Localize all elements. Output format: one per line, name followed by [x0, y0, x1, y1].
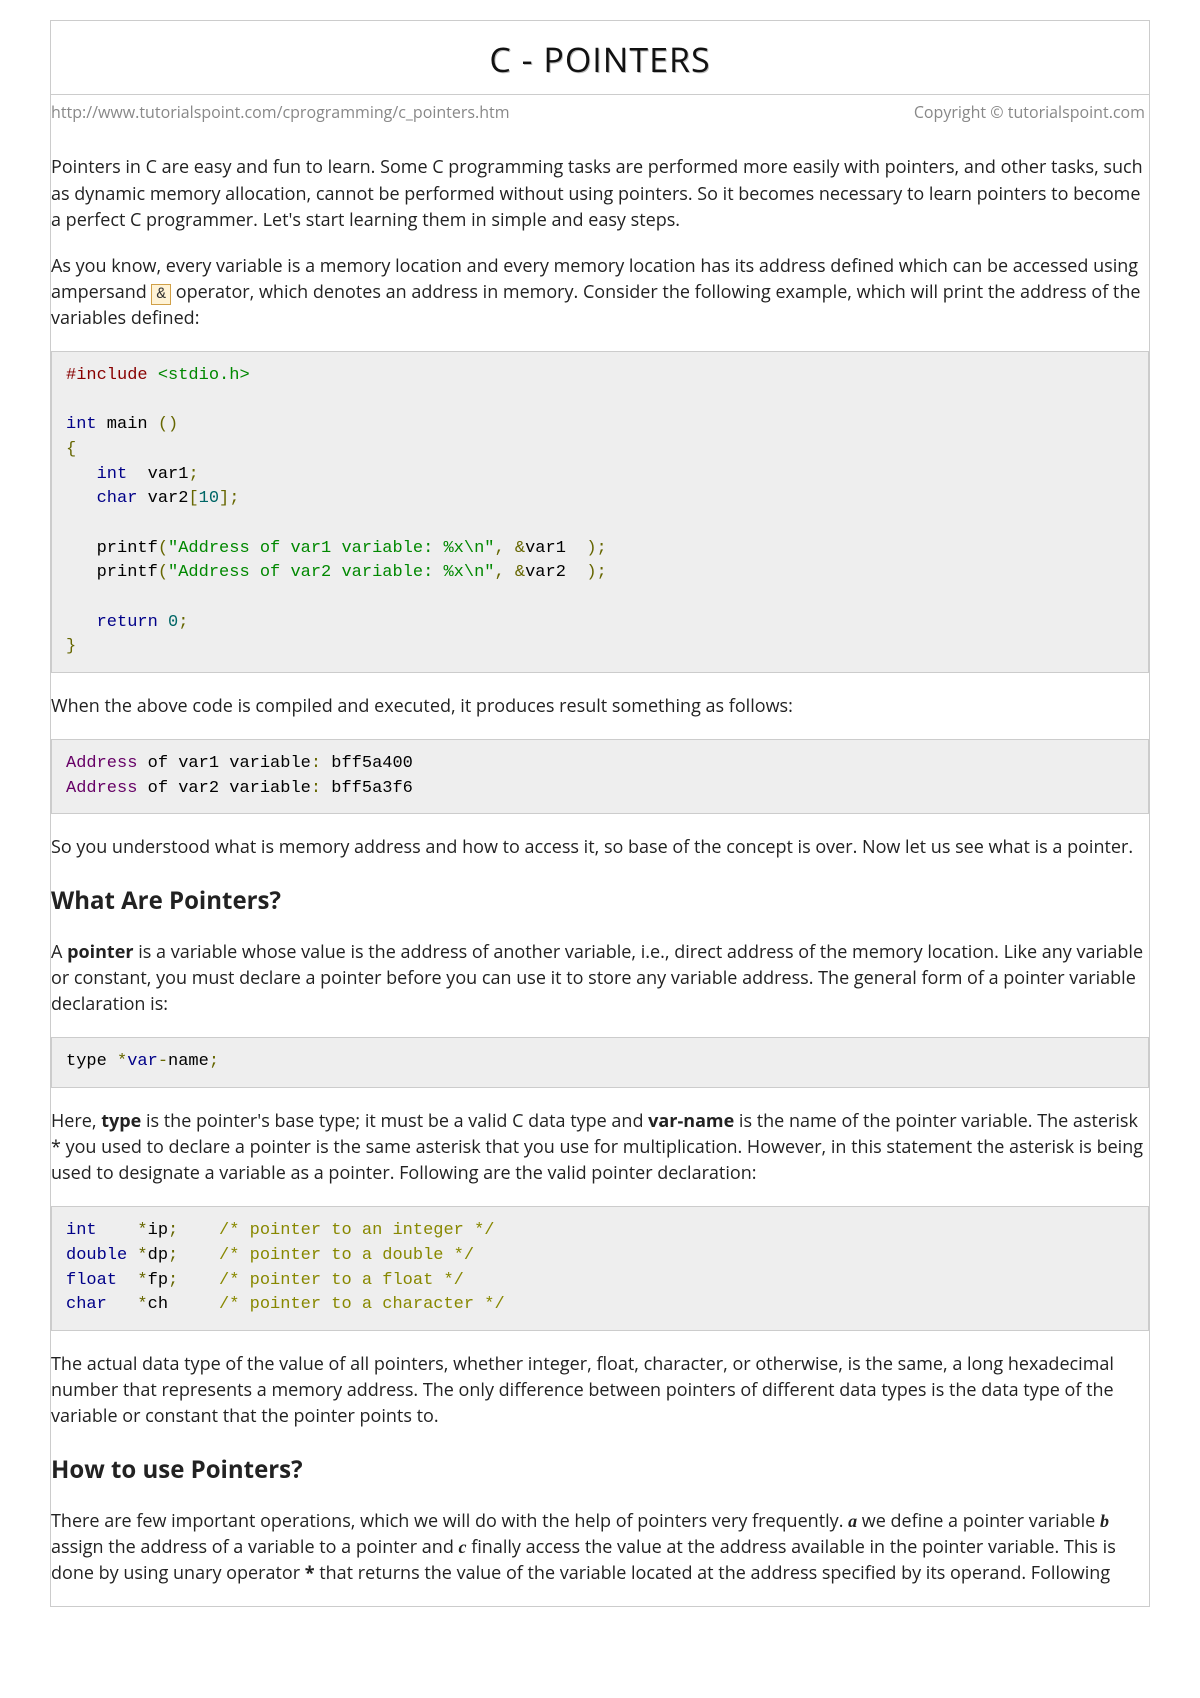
- output-block-1: Address of var1 variable: bff5a400 Addre…: [51, 739, 1149, 814]
- source-url-link[interactable]: http://www.tutorialspoint.com/cprogrammi…: [51, 101, 510, 124]
- copyright-text: Copyright © tutorialspoint.com: [914, 101, 1145, 124]
- step-letter-b: b: [1100, 1511, 1109, 1531]
- para-actual-datatype: The actual data type of the value of all…: [51, 1351, 1149, 1429]
- page-title: C - POINTERS: [51, 35, 1149, 84]
- code-block-example-1: #include <stdio.h> int main () { int var…: [51, 351, 1149, 673]
- step-letter-a: a: [848, 1511, 857, 1531]
- para-after-code1: When the above code is compiled and exec…: [51, 693, 1149, 719]
- intro-paragraph-2: As you know, every variable is a memory …: [51, 253, 1149, 331]
- code-block-syntax: type *var-name;: [51, 1037, 1149, 1088]
- section-heading-how-to-use: How to use Pointers?: [51, 1453, 1149, 1488]
- intro-paragraph-1: Pointers in C are easy and fun to learn.…: [51, 154, 1149, 232]
- para-after-output1: So you understood what is memory address…: [51, 834, 1149, 860]
- code-block-declarations: int *ip; /* pointer to an integer */ dou…: [51, 1206, 1149, 1331]
- step-letter-c: c: [459, 1537, 467, 1557]
- ampersand-inline-code: &: [151, 284, 171, 305]
- para-what-are-pointers: A pointer is a variable whose value is t…: [51, 939, 1149, 1017]
- para-how-to-use: There are few important operations, whic…: [51, 1508, 1149, 1586]
- para-here-type: Here, type is the pointer's base type; i…: [51, 1108, 1149, 1186]
- section-heading-what-are-pointers: What Are Pointers?: [51, 884, 1149, 919]
